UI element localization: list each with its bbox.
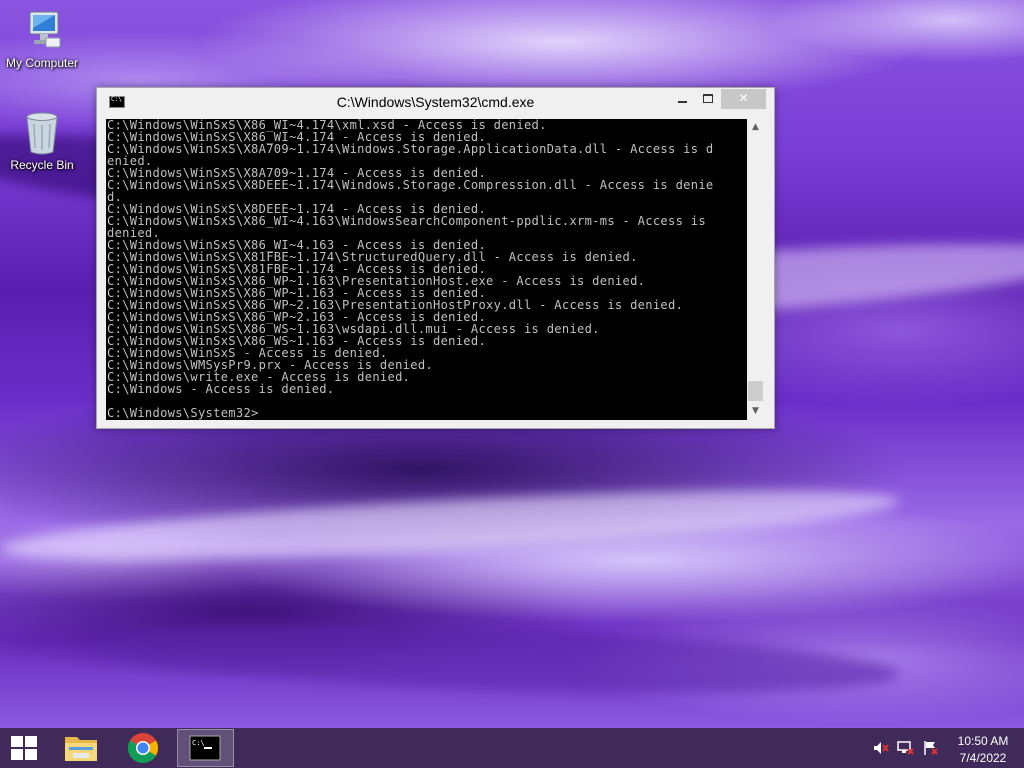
console-line: C:\Windows\WinSxS\X8A709~1.174\Windows.S… [107, 142, 714, 156]
desktop-icon-label: Recycle Bin [10, 158, 74, 172]
cmd-icon: C:\ [189, 735, 221, 761]
desktop-icon-label: My Computer [5, 56, 79, 70]
minimize-button[interactable] [669, 89, 695, 109]
recycle-bin-icon [26, 112, 58, 155]
console-text: C:\Windows\WinSxS\X86_WI~4.174\xml.xsd -… [106, 119, 747, 419]
taskbar: C:\ 10:50 AM 7/4/2022 [0, 728, 1024, 768]
taskbar-app-cmd[interactable]: C:\ [177, 729, 234, 767]
start-button[interactable] [0, 728, 48, 768]
computer-icon [29, 11, 61, 48]
flag-icon[interactable] [922, 740, 940, 756]
wallpaper-band [0, 476, 901, 574]
scroll-thumb[interactable] [748, 381, 763, 401]
close-button[interactable]: ✕ [721, 89, 766, 109]
chrome-icon [127, 733, 159, 764]
desktop: My Computer Recycle Bin C:\ C:\Windows\S… [0, 0, 1024, 728]
vertical-scrollbar[interactable]: ▲ ▼ [747, 119, 764, 420]
maximize-icon [703, 94, 713, 103]
console-line: C:\Windows - Access is denied. [107, 382, 335, 396]
chevron-up-icon: ▲ [752, 122, 759, 132]
console-line: C:\Windows\WinSxS\X86_WI~4.163\WindowsSe… [107, 214, 706, 228]
close-icon: ✕ [738, 91, 749, 105]
console-line: C:\Windows\System32> [107, 406, 259, 420]
taskbar-app-chrome[interactable] [115, 729, 171, 767]
svg-text:C:\: C:\ [192, 739, 205, 747]
clock-time[interactable]: 10:50 AM [946, 734, 1020, 748]
network-icon[interactable] [897, 740, 915, 756]
taskbar-app-file-explorer[interactable] [53, 729, 109, 767]
minimize-icon [677, 100, 687, 103]
maximize-button[interactable] [695, 89, 721, 109]
cmd-window[interactable]: C:\ C:\Windows\System32\cmd.exe ✕ C:\Win… [96, 87, 775, 429]
speaker-muted-icon[interactable] [872, 740, 890, 756]
desktop-icon-my-computer[interactable]: My Computer [0, 8, 84, 70]
scroll-up-button[interactable]: ▲ [747, 119, 764, 136]
console-output[interactable]: C:\Windows\WinSxS\X86_WI~4.174\xml.xsd -… [106, 119, 747, 420]
chevron-down-icon: ▼ [752, 406, 759, 416]
wallpaper-band [99, 616, 901, 704]
title-bar[interactable]: C:\ C:\Windows\System32\cmd.exe ✕ [97, 88, 774, 116]
folder-icon [65, 737, 97, 761]
scroll-down-button[interactable]: ▼ [747, 403, 764, 420]
desktop-icon-recycle-bin[interactable]: Recycle Bin [0, 110, 84, 172]
system-tray: 10:50 AM 7/4/2022 [860, 728, 1024, 768]
console-line: C:\Windows\WinSxS\X8DEEE~1.174\Windows.S… [107, 178, 714, 192]
clock-date[interactable]: 7/4/2022 [946, 751, 1020, 765]
